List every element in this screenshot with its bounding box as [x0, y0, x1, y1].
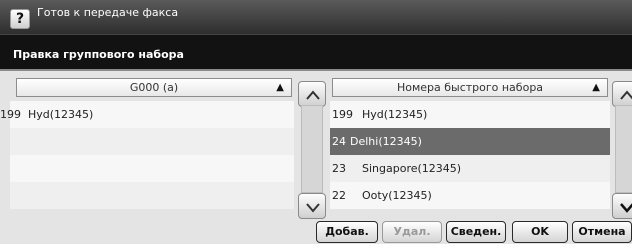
- group-list: G000 (a) ▲ 199 Hyd(12345): [0, 76, 294, 218]
- speed-dial-list: Номера быстрого набора ▲ 199 Hyd(12345) …: [330, 76, 610, 218]
- ok-button[interactable]: OK: [512, 221, 568, 243]
- group-list-header-label: G000 (a): [129, 81, 179, 94]
- scroll-up-button[interactable]: [298, 81, 326, 107]
- list-item[interactable]: 199 Hyd(12345): [0, 101, 294, 128]
- list-item[interactable]: 23 Singapore(12345): [330, 155, 610, 182]
- list-item-empty: [10, 182, 294, 209]
- speed-dial-list-header-label: Номера быстрого набора: [396, 81, 544, 94]
- speed-dial-list-header[interactable]: Номера быстрого набора ▲: [332, 78, 608, 97]
- list-item[interactable]: 199 Hyd(12345): [330, 101, 610, 128]
- details-button[interactable]: Сведен.: [446, 221, 506, 243]
- item-name: Hyd(12345): [28, 108, 94, 121]
- chevron-down-icon: [620, 203, 632, 213]
- item-name: Hyd(12345): [362, 108, 428, 121]
- scroll-track[interactable]: [301, 105, 323, 193]
- add-button[interactable]: Добав.: [316, 221, 378, 243]
- scroll-down-button[interactable]: [612, 193, 632, 219]
- status-bar: ? Готов к передаче факса: [0, 0, 632, 34]
- item-name: Delhi(12345): [350, 135, 422, 148]
- group-list-header[interactable]: G000 (a) ▲: [16, 78, 292, 97]
- chevron-down-icon: [306, 203, 320, 213]
- item-name: Singapore(12345): [362, 162, 462, 175]
- status-text: Готов к передаче факса: [37, 6, 179, 19]
- item-name: Ooty(12345): [362, 189, 432, 202]
- list-item-selected[interactable]: 24 Delhi(12345): [330, 128, 610, 155]
- scroll-track[interactable]: [615, 105, 632, 193]
- scroll-down-button[interactable]: [298, 193, 326, 219]
- item-number: 24: [332, 135, 346, 148]
- list-item-empty: [10, 128, 294, 155]
- speed-dial-list-scrollbar[interactable]: [612, 77, 632, 221]
- item-number: 23: [332, 162, 346, 175]
- sort-up-icon: ▲: [592, 82, 600, 93]
- chevron-up-icon: [306, 90, 320, 100]
- list-item-empty: [10, 155, 294, 182]
- list-item[interactable]: 22 Ooty(12345): [330, 182, 610, 209]
- item-number: 22: [332, 189, 346, 202]
- item-number: 199: [332, 108, 353, 121]
- item-number: 199: [0, 108, 21, 121]
- sort-up-icon: ▲: [276, 82, 284, 93]
- delete-button[interactable]: Удал.: [382, 221, 442, 243]
- help-button[interactable]: ?: [10, 9, 30, 29]
- cancel-button[interactable]: Отмена: [572, 221, 632, 243]
- page-title: Правка группового набора: [13, 48, 184, 61]
- group-list-scrollbar[interactable]: [298, 77, 326, 221]
- chevron-up-icon: [620, 90, 632, 100]
- title-bar: Правка группового набора: [0, 34, 632, 69]
- scroll-up-button[interactable]: [612, 81, 632, 107]
